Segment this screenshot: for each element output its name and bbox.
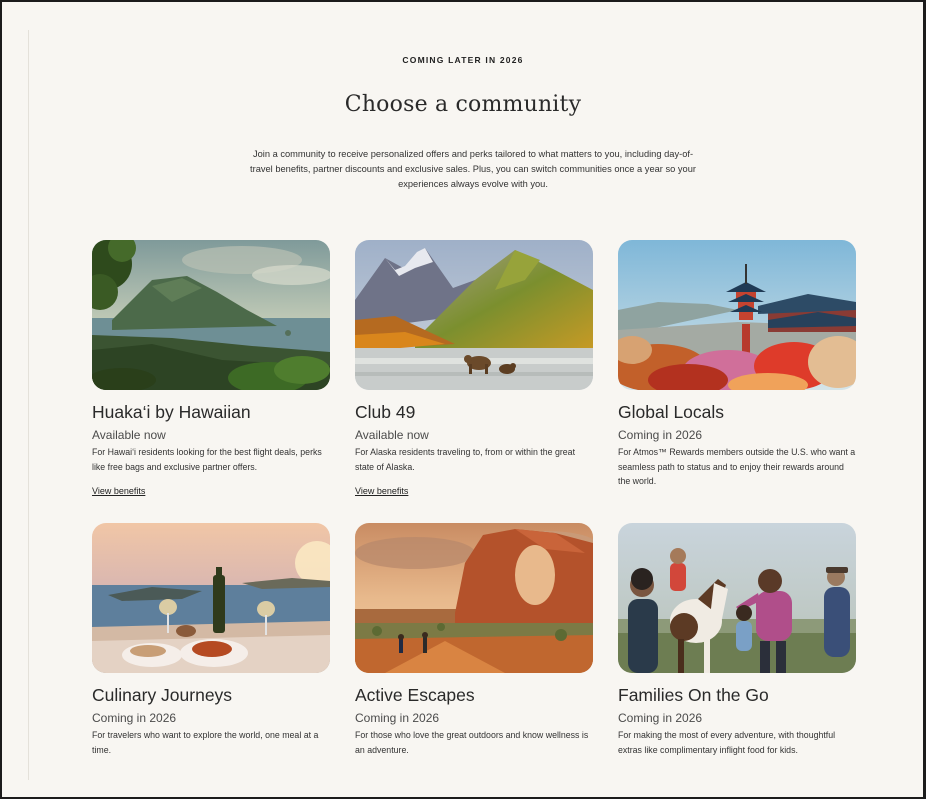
seaside-dinner-photo bbox=[92, 523, 330, 673]
card-status: Coming in 2026 bbox=[92, 711, 177, 725]
card-image[interactable] bbox=[92, 240, 330, 390]
card-status: Coming in 2026 bbox=[355, 711, 440, 725]
view-benefits-link[interactable]: View benefits bbox=[92, 486, 145, 496]
left-divider bbox=[28, 30, 29, 780]
card-title: Club 49 bbox=[355, 402, 416, 422]
intro-paragraph: Join a community to receive personalized… bbox=[250, 149, 696, 189]
community-card-active-escapes[interactable]: Active Escapes Coming in 2026 For those … bbox=[355, 523, 595, 757]
card-status: Coming in 2026 bbox=[618, 428, 703, 442]
card-status: Available now bbox=[92, 428, 166, 442]
card-description: For those who love the great outdoors an… bbox=[355, 730, 589, 755]
card-title: Global Locals bbox=[618, 402, 725, 422]
hawaii-coastline-photo bbox=[92, 240, 330, 390]
card-description: For Atmos™ Rewards members outside the U… bbox=[618, 447, 856, 486]
community-card-culinary[interactable]: Culinary Journeys Coming in 2026 For tra… bbox=[92, 523, 332, 757]
card-title: Families On the Go bbox=[618, 685, 769, 705]
community-card-global-locals[interactable]: Global Locals Coming in 2026 For Atmos™ … bbox=[618, 240, 858, 489]
family-horse-photo bbox=[618, 523, 856, 673]
card-status: Available now bbox=[355, 428, 429, 442]
card-title: Culinary Journeys bbox=[92, 685, 233, 705]
card-image[interactable] bbox=[618, 240, 856, 390]
card-image[interactable] bbox=[92, 523, 330, 673]
community-card-families[interactable]: Families On the Go Coming in 2026 For ma… bbox=[618, 523, 858, 757]
view-benefits-link[interactable]: View benefits bbox=[355, 486, 408, 496]
card-image[interactable] bbox=[355, 523, 593, 673]
desert-arch-photo bbox=[355, 523, 593, 673]
section-eyebrow: COMING LATER IN 2026 bbox=[402, 55, 524, 65]
card-description: For making the most of every adventure, … bbox=[618, 730, 836, 755]
alaska-bears-photo bbox=[355, 240, 593, 390]
japan-pagoda-photo bbox=[618, 240, 856, 390]
page-title: Choose a community bbox=[344, 92, 582, 117]
card-title: Active Escapes bbox=[355, 685, 475, 705]
card-description: For Hawai‘i residents looking for the be… bbox=[92, 447, 322, 472]
card-description: For travelers who want to explore the wo… bbox=[92, 730, 319, 755]
card-image[interactable] bbox=[355, 240, 593, 390]
card-status: Coming in 2026 bbox=[618, 711, 703, 725]
card-description: For Alaska residents traveling to, from … bbox=[355, 447, 576, 472]
community-card-huakai[interactable]: Huaka‘i by Hawaiian Available now For Ha… bbox=[92, 240, 332, 499]
card-image[interactable] bbox=[618, 523, 856, 673]
community-card-club49[interactable]: Club 49 Available now For Alaska residen… bbox=[355, 240, 595, 499]
card-title: Huaka‘i by Hawaiian bbox=[92, 402, 251, 422]
